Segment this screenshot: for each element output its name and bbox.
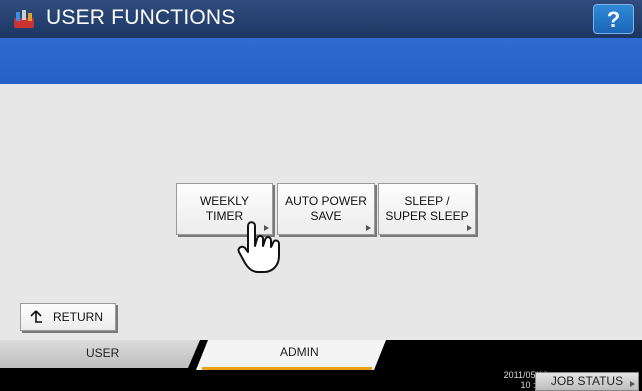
return-arrow-icon xyxy=(30,310,42,323)
page-title: USER FUNCTIONS xyxy=(46,6,236,29)
tab-bar: USER ADMIN xyxy=(0,340,642,370)
sub-header-bar xyxy=(0,38,642,84)
sleep-super-sleep-label: SLEEP / SUPER SLEEP xyxy=(385,194,469,223)
arrow-right-icon xyxy=(366,225,371,231)
help-button[interactable]: ? xyxy=(593,4,634,34)
return-label: RETURN xyxy=(53,310,103,324)
tab-admin[interactable]: ADMIN xyxy=(196,340,386,370)
title-bar: USER FUNCTIONS ? xyxy=(0,0,642,38)
tab-user-label: USER xyxy=(86,346,120,360)
sleep-super-sleep-button[interactable]: SLEEP / SUPER SLEEP xyxy=(378,183,476,235)
job-status-button[interactable]: JOB STATUS xyxy=(535,372,639,391)
status-bar: 2011/05/10 10 : 35 JOB STATUS xyxy=(0,370,642,391)
tab-admin-label: ADMIN xyxy=(280,345,319,359)
auto-power-save-label: AUTO POWER SAVE xyxy=(285,194,367,223)
arrow-right-icon xyxy=(630,381,635,387)
auto-power-save-button[interactable]: AUTO POWER SAVE xyxy=(277,183,375,235)
app-icon xyxy=(14,10,34,28)
arrow-right-icon xyxy=(467,225,472,231)
return-button[interactable]: RETURN xyxy=(20,303,116,331)
tab-user[interactable]: USER xyxy=(0,340,200,368)
job-status-label: JOB STATUS xyxy=(550,374,624,388)
pointer-hand-icon xyxy=(237,221,280,273)
